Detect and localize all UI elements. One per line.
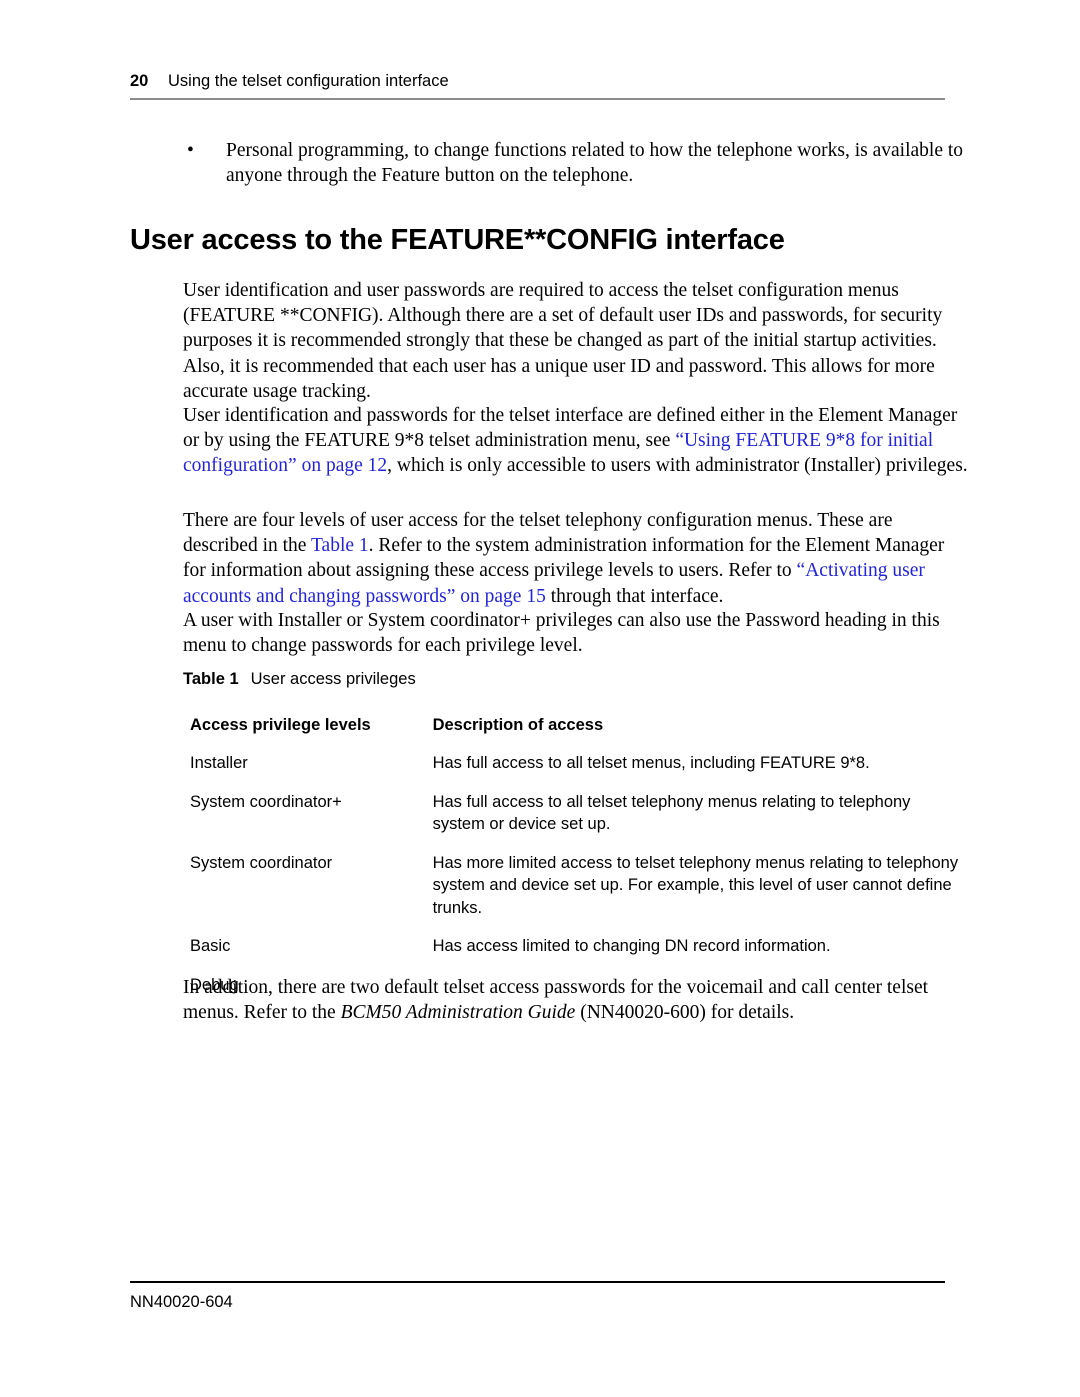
paragraph-text: User identification and user passwords a… <box>183 280 943 402</box>
cell-access-level: Basic <box>190 937 231 955</box>
header-divider <box>130 98 945 100</box>
cell-description: Has full access to all telset menus, inc… <box>432 754 870 772</box>
paragraph-access-levels: There are four levels of user access for… <box>183 508 968 609</box>
xref-table-1[interactable]: Table 1 <box>311 535 369 556</box>
table-row: Installer Has full access to all telset … <box>190 752 960 791</box>
list-item-text: Personal programming, to change function… <box>226 140 964 186</box>
paragraph-identification: User identification and passwords for th… <box>183 403 968 479</box>
column-header-description: Description of access <box>432 716 604 734</box>
cell-description: Has full access to all telset telephony … <box>432 792 911 834</box>
paragraph-text: A user with Installer or System coordina… <box>183 610 940 657</box>
paragraph-intro: User identification and user passwords a… <box>183 278 968 404</box>
list-item: • Personal programming, to change functi… <box>183 138 968 188</box>
user-access-privileges-table: Access privilege levels Description of a… <box>190 716 960 1012</box>
chapter-title: Using the telset configuration interface <box>168 72 449 90</box>
column-header-access-level: Access privilege levels <box>190 716 371 734</box>
cell-description: Has access limited to changing DN record… <box>432 937 831 955</box>
table-row: System coordinator Has more limited acce… <box>190 852 960 936</box>
cell-access-level: System coordinator+ <box>190 792 342 811</box>
paragraph-text-after: , which is only accessible to users with… <box>387 455 968 477</box>
paragraph-password-heading: A user with Installer or System coordina… <box>183 608 968 658</box>
table-caption: Table 1 User access privileges <box>183 670 416 689</box>
paragraph-text-after: through that interface. <box>545 585 724 607</box>
footer-divider <box>130 1281 945 1283</box>
table-body: Installer Has full access to all telset … <box>190 752 960 1012</box>
table-header-row: Access privilege levels Description of a… <box>190 716 960 752</box>
cell-description: Has more limited access to telset teleph… <box>432 853 959 917</box>
bullet-marker: • <box>187 140 194 161</box>
guide-title: BCM50 Administration Guide <box>340 1002 576 1024</box>
cell-access-level: System coordinator <box>190 853 333 872</box>
paragraph-closing: In addition, there are two default telse… <box>183 975 968 1025</box>
paragraph-text-after: (NN40020-600) for details. <box>575 1002 795 1024</box>
table-caption-label: Table 1 <box>183 670 239 688</box>
table-head: Access privilege levels Description of a… <box>190 716 960 752</box>
bullet-list: • Personal programming, to change functi… <box>183 138 968 188</box>
table-caption-text: User access privileges <box>250 670 416 688</box>
cell-access-level: Installer <box>190 754 248 772</box>
document-page: 20 Using the telset configuration interf… <box>0 0 1080 1397</box>
page-title: User access to the FEATURE**CONFIG inter… <box>130 224 785 256</box>
table-row: System coordinator+ Has full access to a… <box>190 791 960 852</box>
page-number: 20 <box>130 72 149 90</box>
footer-document-number: NN40020-604 <box>130 1293 233 1311</box>
table-row: Basic Has access limited to changing DN … <box>190 935 960 974</box>
running-header: 20 Using the telset configuration interf… <box>130 72 945 91</box>
